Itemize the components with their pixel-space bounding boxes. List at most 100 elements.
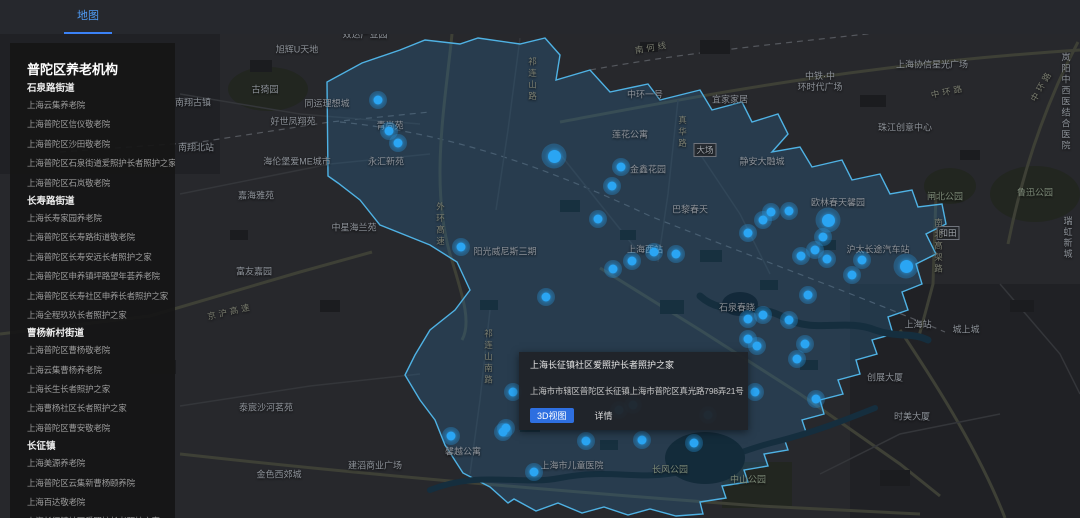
facility-list-item[interactable]: 上海普陀区曹安敬老院 — [27, 419, 175, 438]
map-marker-dot — [801, 340, 810, 349]
facility-list-item[interactable]: 上海普陀区长寿社区申养长者照护之家 — [27, 287, 175, 306]
map-marker[interactable] — [894, 254, 919, 279]
map-marker-dot — [785, 316, 794, 325]
map-marker[interactable] — [589, 210, 607, 228]
map-marker-dot — [650, 248, 659, 257]
map-label: 巴黎春天 — [672, 205, 708, 216]
map-marker-dot — [744, 315, 753, 324]
map-marker-dot — [394, 139, 403, 148]
map-label: 嘉海雅苑 — [238, 191, 274, 202]
map-label: 南何线 — [634, 40, 670, 57]
map-label: 泰宸沙河茗苑 — [239, 403, 293, 414]
map-marker-dot — [751, 388, 760, 397]
facility-list-item[interactable]: 上海百达敬老院 — [27, 493, 175, 512]
facility-list-item[interactable]: 上海长生长者照护之家 — [27, 380, 175, 399]
map-marker[interactable] — [780, 202, 798, 220]
facility-list-item[interactable]: 上海普陀区长寿安远长者照护之家 — [27, 248, 175, 267]
map-marker-dot — [457, 243, 466, 252]
map-marker[interactable] — [739, 224, 757, 242]
map-marker[interactable] — [623, 252, 641, 270]
map-label: 长风公园 — [652, 465, 688, 476]
map-marker[interactable] — [577, 432, 595, 450]
map-label: 祁连山路 — [527, 57, 538, 103]
map-label: 莲花公寓 — [612, 130, 648, 141]
map-label: 海伦堡爱ME城市 — [263, 157, 331, 168]
map-marker-dot — [759, 311, 768, 320]
tab-active-underline — [64, 32, 112, 34]
map-marker[interactable] — [754, 211, 772, 229]
map-marker[interactable] — [525, 463, 543, 481]
facility-list-item[interactable]: 上海普陀区长寿路街道敬老院 — [27, 228, 175, 247]
map-marker[interactable] — [739, 310, 757, 328]
facility-list-item[interactable]: 上海云集曹杨养老院 — [27, 361, 175, 380]
map-marker[interactable] — [604, 260, 622, 278]
map-marker-dot — [638, 436, 647, 445]
map-marker[interactable] — [685, 434, 703, 452]
facility-list-item[interactable]: 上海普陀区云集新曹杨颐养院 — [27, 474, 175, 493]
map-marker[interactable] — [389, 134, 407, 152]
facility-list-item[interactable]: 上海普陀区信仪敬老院 — [27, 115, 175, 134]
popup-detail-button[interactable]: 详情 — [589, 408, 619, 423]
map-marker[interactable] — [452, 238, 470, 256]
map-label: 外环高速 — [435, 202, 446, 248]
map-marker[interactable] — [497, 419, 515, 437]
map-marker-dot — [900, 260, 913, 273]
facility-list-item[interactable]: 上海普陀区石岚敬老院 — [27, 174, 175, 193]
facility-list-item[interactable]: 上海美源养老院 — [27, 454, 175, 473]
map-marker[interactable] — [612, 158, 630, 176]
map-marker[interactable] — [633, 431, 651, 449]
map-marker[interactable] — [603, 177, 621, 195]
map-marker-dot — [811, 246, 820, 255]
map-marker-dot — [759, 216, 768, 225]
map-marker[interactable] — [369, 91, 387, 109]
map-label: 闸北公园 — [927, 192, 963, 203]
map-marker[interactable] — [645, 243, 663, 261]
map-label: 南翔古镇 — [175, 98, 211, 109]
map-label: 上海协信星光广场 — [896, 60, 968, 71]
map-label: 创展大厦 — [867, 373, 903, 384]
facility-list-item[interactable]: 上海普陀区申养镇坪路望年荟养老院 — [27, 267, 175, 286]
map-marker-dot — [690, 439, 699, 448]
map-marker[interactable] — [748, 337, 766, 355]
map-label: 建滔商业广场 — [348, 461, 402, 472]
map-marker-dot — [819, 233, 828, 242]
map-marker[interactable] — [788, 350, 806, 368]
map-marker[interactable] — [746, 383, 764, 401]
facility-list-item[interactable]: 上海全程玖玖长者照护之家 — [27, 306, 175, 325]
map-label: 真华路 — [677, 116, 688, 151]
map-label: 中环路 — [1029, 68, 1056, 103]
map-marker[interactable] — [799, 286, 817, 304]
map-marker-dot — [812, 395, 821, 404]
map-marker[interactable] — [792, 247, 810, 265]
facility-list-item[interactable]: 上海长征镇社区爱照护长者照护之家 — [27, 512, 175, 518]
map-marker[interactable] — [537, 288, 555, 306]
facility-list-item[interactable]: 上海长寿家园养老院 — [27, 209, 175, 228]
popup-address: 上海市市辖区普陀区长征镇上海市普陀区真光路798弄21号 — [530, 386, 737, 396]
map-label: 大场 — [693, 143, 716, 157]
map-marker-dot — [785, 207, 794, 216]
app-window: 效达产业园旭辉U天地古猗园南翔古镇同运理想城好世凤翔苑青尚苑南翔北站海伦堡爱ME… — [0, 0, 1080, 518]
map-label: 同运理想城 — [304, 99, 349, 110]
popup-3d-button[interactable]: 3D视图 — [530, 408, 574, 423]
facility-list-item[interactable]: 上海普陀区沙田敬老院 — [27, 135, 175, 154]
map-marker-dot — [797, 252, 806, 261]
tab-map[interactable]: 地图 — [64, 0, 112, 34]
facility-list-item[interactable]: 上海普陀区石泉街道爱照护长者照护之家 — [27, 154, 175, 173]
map-marker[interactable] — [780, 311, 798, 329]
facility-list-item[interactable]: 上海云集养老院 — [27, 96, 175, 115]
map-marker[interactable] — [818, 250, 836, 268]
popup-actions: 3D视图 详情 — [530, 408, 737, 423]
facility-list-item[interactable]: 上海普陀区曹杨敬老院 — [27, 341, 175, 360]
map-marker[interactable] — [442, 427, 460, 445]
facility-list-item[interactable]: 上海曹杨社区长者照护之家 — [27, 399, 175, 418]
popup-title: 上海长征镇社区爱照护长者照护之家 — [530, 360, 737, 371]
map-label: 馨越公寓 — [445, 447, 481, 458]
map-marker[interactable] — [667, 245, 685, 263]
map-marker[interactable] — [843, 266, 861, 284]
map-marker-dot — [542, 293, 551, 302]
map-marker[interactable] — [807, 390, 825, 408]
top-bar: 地图 — [0, 0, 1080, 34]
map-marker[interactable] — [542, 144, 567, 169]
map-marker-dot — [608, 182, 617, 191]
map-label: 鲁迅公园 — [1017, 188, 1053, 199]
